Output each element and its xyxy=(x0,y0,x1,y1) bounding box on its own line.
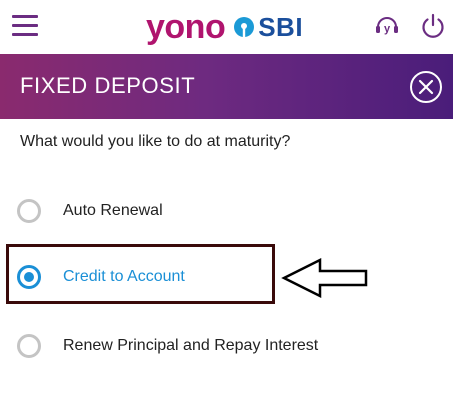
page-title: FIXED DEPOSIT xyxy=(20,73,196,98)
sbi-logo-icon xyxy=(234,17,255,37)
logo-sbi-text: SBI xyxy=(258,12,304,42)
yono-help-icon[interactable]: y xyxy=(373,12,401,40)
top-bar: yono SBI y xyxy=(0,0,453,54)
page-header: FIXED DEPOSIT xyxy=(0,54,453,119)
radio-button-selected[interactable] xyxy=(17,265,41,289)
option-renew-principal-repay-interest[interactable]: Renew Principal and Repay Interest xyxy=(17,329,318,363)
radio-button[interactable] xyxy=(17,334,41,358)
option-auto-renewal[interactable]: Auto Renewal xyxy=(17,194,163,228)
menu-line xyxy=(12,15,38,18)
radio-button[interactable] xyxy=(17,199,41,223)
left-pointing-arrow-icon xyxy=(281,258,368,298)
option-label: Credit to Account xyxy=(63,268,185,285)
option-label: Renew Principal and Repay Interest xyxy=(63,337,319,354)
close-circle-icon[interactable] xyxy=(409,70,443,104)
menu-line xyxy=(12,33,38,36)
option-label: Auto Renewal xyxy=(63,202,163,219)
help-glyph: y xyxy=(384,23,391,35)
yono-sbi-logo: yono SBI xyxy=(146,5,303,49)
option-credit-to-account[interactable]: Credit to Account xyxy=(17,260,185,294)
menu-line xyxy=(12,24,38,27)
power-icon[interactable] xyxy=(419,12,447,40)
logo-yono-text: yono xyxy=(146,8,226,46)
maturity-question: What would you like to do at maturity? xyxy=(20,133,291,150)
hamburger-menu-icon[interactable] xyxy=(10,12,40,40)
